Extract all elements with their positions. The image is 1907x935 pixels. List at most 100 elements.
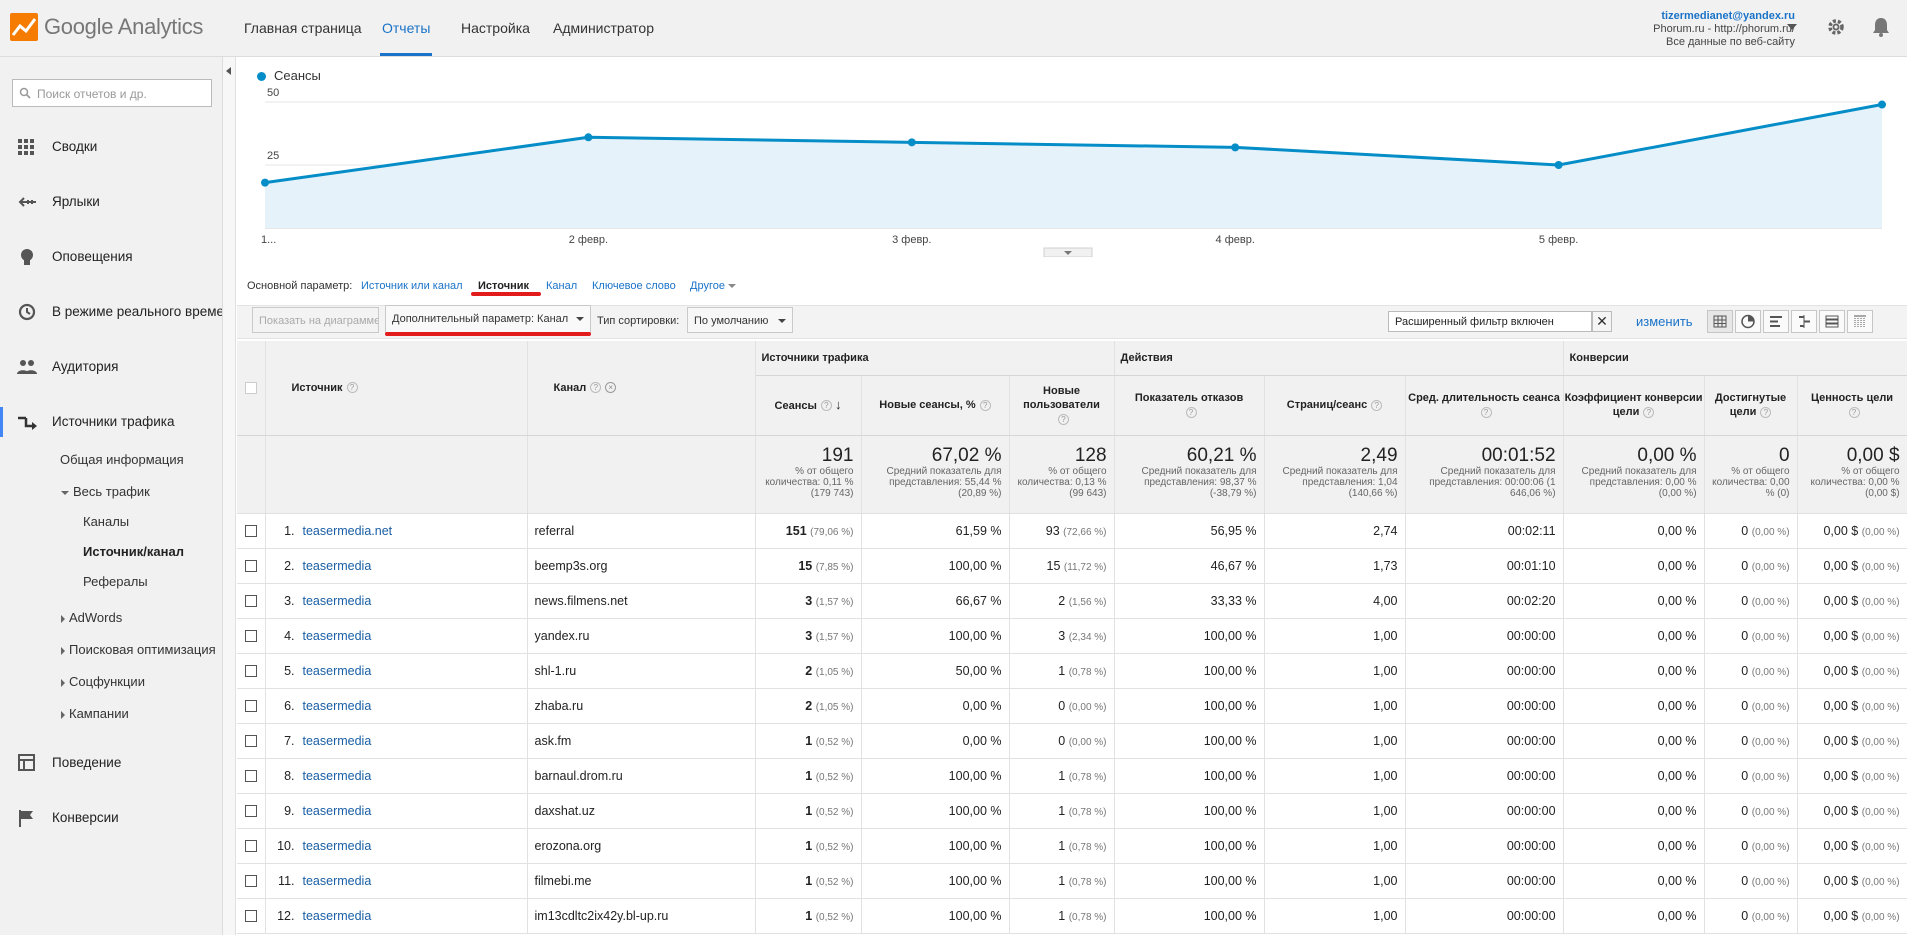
- sidebar-item-alerts[interactable]: Оповещения: [0, 242, 223, 272]
- conv-rate-cell: 0,00 %: [1563, 723, 1705, 759]
- dimension-keyword[interactable]: Ключевое слово: [592, 280, 676, 292]
- help-icon[interactable]: ?: [1643, 406, 1655, 418]
- col-goal-value[interactable]: Ценность цели?: [1797, 375, 1907, 436]
- gear-icon[interactable]: [1826, 17, 1846, 37]
- sidebar-item-conversions[interactable]: Конверсии: [0, 803, 223, 833]
- help-icon[interactable]: ?: [590, 382, 602, 394]
- nav-reports[interactable]: Отчеты: [382, 20, 430, 36]
- row-checkbox[interactable]: [244, 770, 257, 783]
- col-bounce[interactable]: Показатель отказов?: [1114, 375, 1265, 436]
- nav-admin[interactable]: Администратор: [553, 20, 654, 36]
- help-icon[interactable]: ?: [1058, 413, 1069, 425]
- sessions-cell: 3 (1,57 %): [755, 583, 862, 619]
- help-icon[interactable]: ?: [346, 382, 358, 394]
- account-dropdown-icon[interactable]: [1787, 24, 1797, 30]
- source-link[interactable]: teasermedia: [303, 874, 372, 888]
- row-checkbox[interactable]: [244, 840, 257, 853]
- row-checkbox[interactable]: [244, 875, 257, 888]
- account-selector[interactable]: tizermedianet@yandex.ru Phorum.ru - http…: [1653, 10, 1795, 49]
- dimension-medium[interactable]: Канал: [546, 280, 577, 292]
- help-icon[interactable]: ?: [820, 400, 832, 412]
- col-duration[interactable]: Сред. длительность сеанса?: [1405, 375, 1564, 436]
- sidebar-item-behavior[interactable]: Поведение: [0, 748, 223, 778]
- col-pages[interactable]: Страниц/сеанс?: [1264, 375, 1406, 436]
- clear-filter-button[interactable]: ✕: [1592, 311, 1612, 332]
- plot-rows-button[interactable]: Показать на диаграмме: [252, 307, 379, 333]
- collapse-arrow-icon: [226, 67, 231, 75]
- row-checkbox[interactable]: [244, 735, 257, 748]
- sidebar-referrals[interactable]: Рефералы: [83, 574, 148, 589]
- source-link[interactable]: teasermedia: [303, 839, 372, 853]
- row-checkbox[interactable]: [244, 560, 257, 573]
- sort-type-select[interactable]: По умолчанию: [687, 307, 793, 333]
- col-sessions[interactable]: Сеансы? ↓: [755, 375, 862, 436]
- bounce-cell: 46,67 %: [1114, 548, 1265, 584]
- sidebar-collapse-toggle[interactable]: [223, 57, 236, 935]
- search-input[interactable]: Поиск отчетов и др.: [12, 79, 212, 107]
- row-checkbox[interactable]: [244, 805, 257, 818]
- sidebar-channels[interactable]: Каналы: [83, 514, 129, 529]
- table-view-button[interactable]: [1707, 310, 1733, 333]
- sidebar-item-dashboards[interactable]: Сводки: [0, 132, 223, 162]
- select-all-checkbox[interactable]: [244, 381, 257, 394]
- sidebar-item-realtime[interactable]: В режиме реального времени: [0, 297, 223, 327]
- term-cloud-view-button[interactable]: [1819, 310, 1845, 333]
- row-checkbox[interactable]: [244, 525, 257, 538]
- sidebar-source-medium[interactable]: Источник/канал: [83, 544, 184, 559]
- grid-icon: [18, 139, 34, 155]
- pie-view-button[interactable]: [1735, 310, 1761, 333]
- pages-cell: 1,00: [1264, 618, 1406, 654]
- dimension-source-medium[interactable]: Источник или канал: [361, 280, 463, 292]
- sidebar-all-traffic[interactable]: Весь трафик: [61, 484, 150, 499]
- sidebar-adwords[interactable]: AdWords: [61, 610, 122, 625]
- advanced-filter-input[interactable]: Расширенный фильтр включен: [1388, 311, 1592, 332]
- col-conv-rate[interactable]: Коэффициент конверсии цели?: [1563, 375, 1705, 436]
- source-link[interactable]: teasermedia: [303, 804, 372, 818]
- secondary-dimension-select[interactable]: Дополнительный параметр: Канал: [385, 305, 591, 333]
- sidebar-seo[interactable]: Поисковая оптимизация: [61, 642, 216, 657]
- nav-home[interactable]: Главная страница: [244, 20, 362, 36]
- row-checkbox[interactable]: [244, 665, 257, 678]
- comparison-view-button[interactable]: [1791, 310, 1817, 333]
- sidebar-item-shortcuts[interactable]: Ярлыки: [0, 187, 223, 217]
- bell-icon[interactable]: [1870, 16, 1892, 38]
- source-link[interactable]: teasermedia: [303, 664, 372, 678]
- row-checkbox[interactable]: [244, 595, 257, 608]
- sidebar-campaigns[interactable]: Кампании: [61, 706, 129, 721]
- remove-dimension-icon[interactable]: ×: [605, 382, 617, 394]
- row-checkbox[interactable]: [244, 700, 257, 713]
- sidebar-social[interactable]: Соцфункции: [61, 674, 145, 689]
- source-link[interactable]: teasermedia: [303, 769, 372, 783]
- col-new-sessions[interactable]: Новые сеансы, %?: [861, 375, 1010, 436]
- source-link[interactable]: teasermedia: [303, 559, 372, 573]
- source-link[interactable]: teasermedia: [303, 629, 372, 643]
- google-analytics-logo[interactable]: Google Analytics: [10, 13, 203, 41]
- dimension-source[interactable]: Источник: [478, 280, 529, 292]
- help-icon[interactable]: ?: [1848, 406, 1860, 418]
- col-source[interactable]: Источник?: [265, 341, 528, 436]
- col-medium[interactable]: Канал? ×: [527, 341, 756, 436]
- col-completions[interactable]: Достигнутые цели?: [1704, 375, 1798, 436]
- nav-settings[interactable]: Настройка: [461, 20, 530, 36]
- help-icon[interactable]: ?: [979, 399, 991, 411]
- source-link[interactable]: teasermedia: [303, 734, 372, 748]
- row-checkbox[interactable]: [244, 910, 257, 923]
- pivot-view-button[interactable]: [1847, 310, 1873, 333]
- change-filter-link[interactable]: изменить: [1636, 314, 1693, 329]
- help-icon[interactable]: ?: [1185, 406, 1197, 418]
- dimension-other[interactable]: Другое: [690, 280, 740, 292]
- help-icon[interactable]: ?: [1480, 406, 1492, 418]
- performance-view-button[interactable]: [1763, 310, 1789, 333]
- source-link[interactable]: teasermedia: [303, 699, 372, 713]
- row-index: 12.: [277, 908, 295, 923]
- sidebar-item-acquisition[interactable]: Источники трафика: [0, 407, 223, 437]
- col-new-users[interactable]: Новые пользователи?: [1009, 375, 1115, 436]
- source-link[interactable]: teasermedia: [303, 909, 372, 923]
- help-icon[interactable]: ?: [1371, 399, 1383, 411]
- sidebar-item-audience[interactable]: Аудитория: [0, 352, 223, 382]
- row-checkbox[interactable]: [244, 630, 257, 643]
- source-link[interactable]: teasermedia: [303, 594, 372, 608]
- sidebar-overview[interactable]: Общая информация: [60, 452, 184, 467]
- source-link[interactable]: teasermedia.net: [303, 524, 393, 538]
- help-icon[interactable]: ?: [1760, 406, 1772, 418]
